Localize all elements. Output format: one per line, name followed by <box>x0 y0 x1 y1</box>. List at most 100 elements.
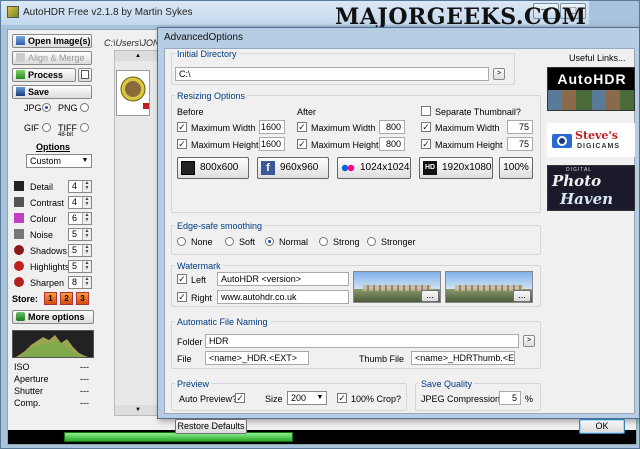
auto-preview-checkbox[interactable]: ✓ <box>235 393 245 403</box>
before-height-checkbox[interactable]: ✓ <box>177 139 187 149</box>
stepper-arrows-icon[interactable]: ▲ ▼ <box>82 245 91 256</box>
after-label: After <box>297 107 317 117</box>
process-button[interactable]: Process <box>12 68 76 82</box>
preset-960x960-button[interactable]: f 960x960 <box>257 157 329 179</box>
slider-label: Contrast <box>30 198 65 208</box>
stepper-arrows-icon[interactable]: ▲ ▼ <box>82 213 91 224</box>
scroll-up-icon[interactable]: ▲ <box>115 51 161 61</box>
after-width-checkbox[interactable]: ✓ <box>297 122 307 132</box>
before-width-checkbox[interactable]: ✓ <box>177 122 187 132</box>
scroll-down-icon[interactable]: ▼ <box>115 405 161 415</box>
steves-logo-text: Steve's <box>575 129 618 142</box>
smoothing-stronger-radio[interactable] <box>367 237 376 246</box>
slider-value-stepper[interactable]: 5 ▲ ▼ <box>68 260 92 273</box>
crop-checkbox[interactable]: ✓ <box>337 393 347 403</box>
folder-browse-button[interactable]: > <box>523 335 535 347</box>
stepper-arrows-icon[interactable]: ▲ ▼ <box>82 181 91 192</box>
thumb-height-input[interactable]: 75 <box>507 137 533 151</box>
watermark-left-checkbox[interactable]: ✓ <box>177 274 187 284</box>
slider-value: 4 <box>72 181 78 191</box>
watermark-right-input[interactable]: www.autohdr.co.uk <box>217 290 349 304</box>
slider-value-stepper[interactable]: 4 ▲ ▼ <box>68 196 92 209</box>
watermark-left-browse-button[interactable]: ... <box>421 290 439 302</box>
merge-icon <box>16 53 25 62</box>
more-options-button[interactable]: More options <box>12 310 94 324</box>
store-button-2[interactable]: 2 <box>60 292 73 305</box>
autohdr-link[interactable]: AutoHDR <box>547 67 635 111</box>
folder-input[interactable]: HDR <box>205 334 519 348</box>
watermark-right-label: Right <box>191 293 213 303</box>
smoothing-option-label: Stronger <box>381 237 416 247</box>
slider-value-stepper[interactable]: 4 ▲ ▼ <box>68 180 92 193</box>
smoothing-strong-radio[interactable] <box>319 237 328 246</box>
format-jpg-radio[interactable] <box>42 103 51 112</box>
initial-directory-browse-button[interactable]: > <box>493 68 505 80</box>
file-naming-label: Automatic File Naming <box>175 317 270 327</box>
smoothing-normal-radio[interactable] <box>265 237 274 246</box>
smoothing-none-radio[interactable] <box>177 237 186 246</box>
watermark-left-input[interactable]: AutoHDR <version> <box>217 272 349 286</box>
separate-thumbnail-checkbox[interactable] <box>421 106 431 116</box>
preset-1920x1080-button[interactable]: HD 1920x1080 <box>419 157 493 179</box>
format-jpg-label: JPG <box>24 103 42 113</box>
thumb-width-input[interactable]: 75 <box>507 120 533 134</box>
stepper-arrows-icon[interactable]: ▲ ▼ <box>82 229 91 240</box>
preset-800x600-button[interactable]: 800x600 <box>177 157 249 179</box>
smoothing-soft-radio[interactable] <box>225 237 234 246</box>
stepper-arrows-icon[interactable]: ▲ ▼ <box>82 261 91 272</box>
before-height-input[interactable]: 1600 <box>259 137 285 151</box>
initial-directory-input[interactable]: C:\ <box>175 67 489 81</box>
after-width-input[interactable]: 800 <box>379 120 405 134</box>
image-thumbnail[interactable] <box>116 70 150 116</box>
format-tiff-radio[interactable] <box>80 123 89 132</box>
photo-haven-link[interactable]: DIGITAL Photo Haven <box>547 165 635 211</box>
slider-value-stepper[interactable]: 6 ▲ ▼ <box>68 212 92 225</box>
exif-label: Comp. <box>14 398 41 408</box>
slider-value: 8 <box>72 277 78 287</box>
steves-digicams-link[interactable]: Steve's DIGICAMS <box>547 123 635 157</box>
preview-size-select[interactable]: 200 ▼ <box>287 391 327 405</box>
preset-100-percent-button[interactable]: 100% <box>499 157 533 179</box>
ok-button[interactable]: OK <box>579 419 625 434</box>
thumb-width-checkbox[interactable]: ✓ <box>421 122 431 132</box>
save-button[interactable]: Save <box>12 85 92 99</box>
slider-value-stepper[interactable]: 5 ▲ ▼ <box>68 228 92 241</box>
watermark-right-browse-button[interactable]: ... <box>513 290 531 302</box>
jpeg-compression-input[interactable]: 5 <box>499 391 521 405</box>
chevron-down-icon: ▼ <box>81 157 89 164</box>
camera-icon <box>552 134 572 148</box>
after-height-input[interactable]: 800 <box>379 137 405 151</box>
exif-label: Shutter <box>14 386 44 396</box>
stepper-arrows-icon[interactable]: ▲ ▼ <box>82 277 91 288</box>
percent-unit: % <box>525 394 534 404</box>
exif-value: --- <box>80 386 89 396</box>
smoothing-option-label: Strong <box>333 237 360 247</box>
slider-value-stepper[interactable]: 8 ▲ ▼ <box>68 276 92 289</box>
before-width-label: Maximum Width <box>191 123 256 133</box>
thumb-height-checkbox[interactable]: ✓ <box>421 139 431 149</box>
folder-icon <box>16 36 25 45</box>
process-settings-button[interactable] <box>78 68 92 82</box>
open-images-button[interactable]: Open Image(s) <box>12 34 92 48</box>
slider-value-stepper[interactable]: 5 ▲ ▼ <box>68 244 92 257</box>
file-pattern-input[interactable]: <name>_HDR.<EXT> <box>205 351 309 365</box>
stepper-arrows-icon[interactable]: ▲ ▼ <box>82 197 91 208</box>
preset-1024x1024-button[interactable]: 1024x1024 <box>337 157 411 179</box>
store-button-1[interactable]: 1 <box>44 292 57 305</box>
format-png-radio[interactable] <box>80 103 89 112</box>
restore-defaults-button[interactable]: Restore Defaults <box>175 419 247 434</box>
thumb-width-label: Maximum Width <box>435 123 500 133</box>
after-height-checkbox[interactable]: ✓ <box>297 139 307 149</box>
digicams-logo-text: DIGICAMS <box>577 143 620 150</box>
align-merge-button[interactable]: Align & Merge <box>12 51 92 65</box>
store-button-3[interactable]: 3 <box>76 292 89 305</box>
thumb-file-pattern-input[interactable]: <name>_HDRThumb.<EXT> <box>411 351 515 365</box>
before-height-label: Maximum Height <box>191 140 259 150</box>
before-width-input[interactable]: 1600 <box>259 120 285 134</box>
watermark-right-checkbox[interactable]: ✓ <box>177 292 187 302</box>
separate-thumbnail-label: Separate Thumbnail? <box>435 107 521 117</box>
facebook-icon: f <box>261 161 275 175</box>
folder-label: Folder <box>177 337 203 347</box>
preset-select[interactable]: Custom ▼ <box>26 154 92 168</box>
format-gif-radio[interactable] <box>42 123 51 132</box>
